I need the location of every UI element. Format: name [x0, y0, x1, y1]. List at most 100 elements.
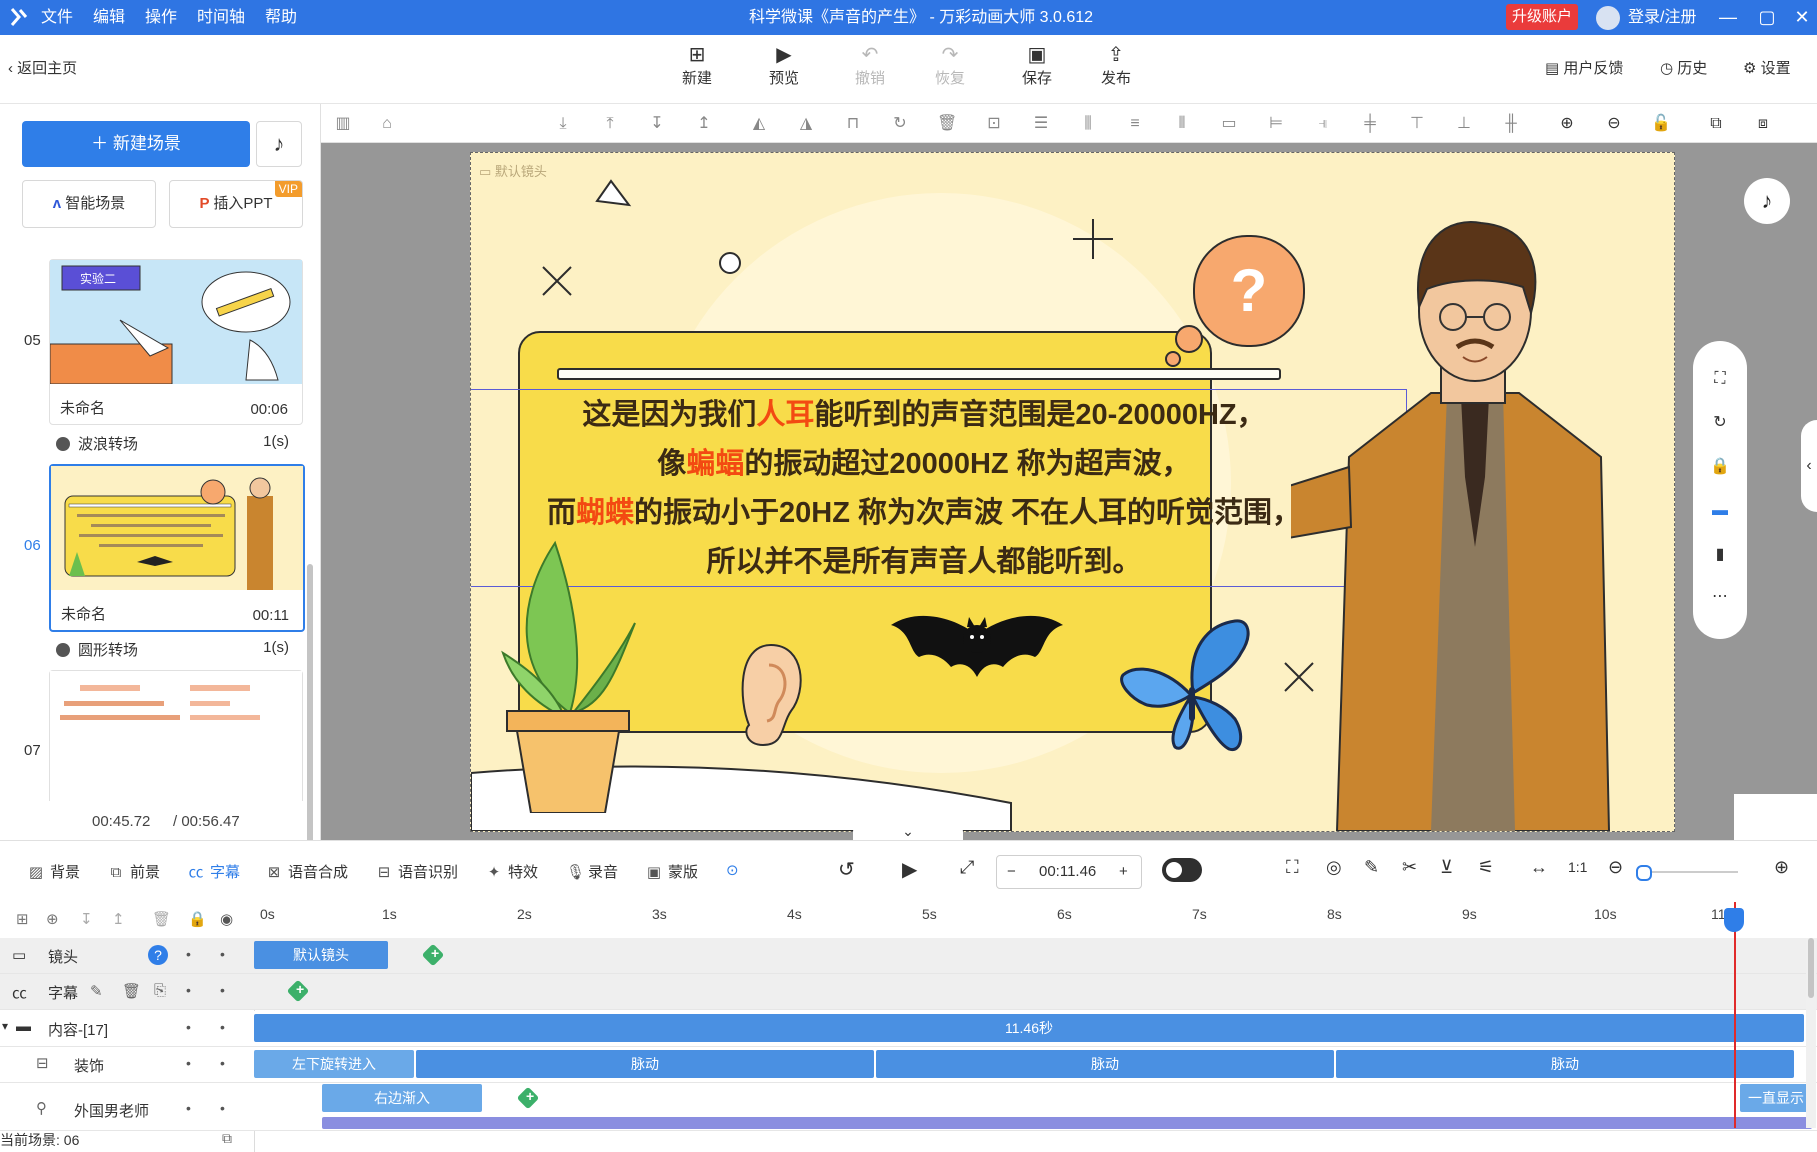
zoom-in-icon[interactable]: ⊕ [1774, 857, 1789, 878]
tab-subtitle[interactable]: ㏄字幕 [188, 861, 240, 882]
save-button[interactable]: ▣ 保存 [1007, 43, 1067, 88]
copy-icon[interactable]: ⧉ [222, 1130, 232, 1147]
maximize-icon[interactable]: ▢ [1750, 0, 1784, 35]
narration-bar[interactable] [322, 1117, 1812, 1129]
import-icon[interactable]: ⎘ [154, 982, 166, 999]
copy-icon[interactable]: ⧉ [1706, 114, 1726, 134]
scene-scrollbar[interactable] [307, 564, 313, 870]
move-up-icon[interactable]: ↥ [694, 114, 714, 134]
login-button[interactable]: 登录/注册 [1596, 6, 1696, 30]
replay-icon[interactable]: ↺ [838, 857, 855, 882]
publish-button[interactable]: ⇪ 发布 [1086, 43, 1146, 88]
align-center-icon[interactable]: ☰ [1031, 114, 1051, 134]
phone-icon[interactable]: ▮ [1710, 545, 1730, 565]
timeline-scrollbar[interactable] [1806, 938, 1816, 1128]
insert-ppt-button[interactable]: P 插入PPT VIP [169, 180, 303, 228]
menu-operate[interactable]: 操作 [145, 0, 177, 35]
increment-icon[interactable]: + [1119, 856, 1128, 888]
zoom-out-icon[interactable]: ⊖ [1608, 857, 1623, 878]
tab-background[interactable]: ▨ 背景 [28, 861, 80, 882]
align-top-icon[interactable]: ⊤ [1407, 114, 1427, 134]
move-up-icon[interactable]: ↥ [112, 910, 125, 928]
delete-icon[interactable]: 🗑 [122, 982, 141, 1000]
filter-icon[interactable]: ⊻ [1440, 857, 1453, 878]
lock-view-icon[interactable]: 🔒 [1710, 457, 1730, 477]
add-folder-icon[interactable]: ⊕ [46, 910, 59, 928]
split-icon[interactable]: ✂ [1402, 857, 1417, 878]
tab-speech-recognition[interactable]: ⊟ 语音识别 [376, 861, 458, 882]
delete-icon[interactable]: 🗑 [152, 910, 171, 928]
timeline-ruler[interactable]: 0s 1s 2s 3s 4s 5s 6s 7s 8s 9s 10s 11 [254, 902, 1817, 939]
enter-animation-bar[interactable]: 右边渐入 [322, 1084, 482, 1112]
move-down-icon[interactable]: ↧ [80, 910, 93, 928]
rotate-view-icon[interactable]: ↻ [1710, 413, 1730, 433]
fullscreen-icon[interactable]: ⤢ [960, 857, 974, 878]
adjust-icon[interactable]: ⚟ [1478, 857, 1494, 878]
tab-effects[interactable]: ✦ 特效 [486, 861, 538, 882]
feedback-button[interactable]: ▤ 用户反馈 [1545, 57, 1623, 78]
transition-item[interactable]: 圆形转场 [56, 639, 138, 660]
menu-file[interactable]: 文件 [41, 0, 73, 35]
move-down-icon[interactable]: ↧ [647, 114, 667, 134]
ratio-icon[interactable]: 1:1 [1568, 859, 1587, 875]
undo-button[interactable]: ↶ 撤销 [840, 43, 900, 88]
transform-icon[interactable]: ⛶ [1286, 857, 1299, 878]
caret-down-icon[interactable]: ▾ [2, 1019, 8, 1033]
always-show-bar[interactable]: 一直显示 [1740, 1084, 1812, 1112]
history-button[interactable]: ◷ 历史 [1660, 57, 1707, 78]
current-time-value[interactable]: 00:11.46 [1039, 856, 1096, 888]
scene-card[interactable]: 实验二 未命名 00:06 [49, 259, 303, 425]
back-home-button[interactable]: ‹ 返回主页 [8, 57, 77, 78]
tab-tts[interactable]: ⊠ 语音合成 [266, 861, 348, 882]
move-top-icon[interactable]: ⤒ [600, 114, 620, 134]
zoom-out-icon[interactable]: ⊖ [1604, 114, 1624, 134]
camera-bar[interactable]: 默认镜头 [254, 941, 388, 969]
stage-canvas[interactable]: ▭ 默认镜头 ? 这是因为我们人耳能听到的声音范围是20-20000HZ， 像蝙… [470, 152, 1675, 832]
more-tabs-icon[interactable]: ⊙ [726, 861, 739, 879]
align-vcenter-icon[interactable]: ╫ [1501, 114, 1521, 134]
align-hcenter-icon[interactable]: ╪ [1360, 114, 1380, 134]
redo-button[interactable]: ↷ 恢复 [920, 43, 980, 88]
zoom-slider[interactable] [1640, 871, 1738, 873]
tab-record[interactable]: 🎙 录音 [566, 861, 618, 882]
smart-scene-button[interactable]: ʌ 智能场景 [22, 180, 156, 228]
align-right-icon[interactable]: ⫣ [1313, 114, 1333, 134]
align-left-icon[interactable]: ⊨ [1266, 114, 1286, 134]
unlock-icon[interactable]: 🔓 [1651, 114, 1671, 134]
lock-icon[interactable]: ⊓ [843, 114, 863, 134]
menu-edit[interactable]: 编辑 [93, 0, 125, 35]
upgrade-account-button[interactable]: 升级账户 [1506, 4, 1578, 30]
background-music-button[interactable]: ♪ [1744, 178, 1790, 224]
focus-icon[interactable]: ⊡ [984, 114, 1004, 134]
more-icon[interactable]: ⋯ [1710, 587, 1730, 607]
transition-item[interactable]: 波浪转场 [56, 433, 138, 454]
collapse-timeline-button[interactable]: ⌄ [853, 822, 963, 840]
home-icon[interactable]: ⌂ [377, 114, 397, 134]
settings-button[interactable]: ⚙ 设置 [1743, 57, 1791, 78]
new-folder-icon[interactable]: ⊞ [16, 910, 29, 928]
minimap-thumb[interactable] [1734, 794, 1817, 840]
paste-icon[interactable]: ⧈ [1753, 114, 1773, 134]
zoom-in-icon[interactable]: ⊕ [1557, 114, 1577, 134]
zoom-slider-knob[interactable] [1636, 865, 1652, 881]
playhead[interactable] [1734, 902, 1736, 1128]
distribute-v-icon[interactable]: ≡ [1125, 114, 1145, 134]
new-button[interactable]: ⊞ 新建 [667, 43, 727, 88]
flip-horizontal-icon[interactable]: ◭ [749, 114, 769, 134]
toggle-switch[interactable] [1162, 858, 1202, 882]
content-duration-bar[interactable]: 11.46秒 [254, 1014, 1804, 1042]
rotate-icon[interactable]: ↻ [890, 114, 910, 134]
scene-card-selected[interactable]: 未命名 00:11 [49, 464, 305, 632]
tab-foreground[interactable]: ⧉ 前景 [108, 861, 160, 882]
camera-icon[interactable]: ◎ [1326, 857, 1342, 878]
edit-icon[interactable]: ✎ [1364, 857, 1379, 878]
scene-card[interactable] [49, 670, 303, 801]
playhead-handle[interactable] [1724, 908, 1744, 932]
ruler-icon[interactable]: ▥ [333, 114, 353, 134]
help-icon[interactable]: ? [148, 945, 168, 965]
screen-icon[interactable]: ▬ [1710, 501, 1730, 521]
pulse-animation-bar[interactable]: 脉动 [1336, 1050, 1794, 1078]
lock-icon[interactable]: 🔒 [188, 910, 207, 928]
align-middle-icon[interactable]: ⫼ [1078, 114, 1098, 134]
fit-screen-icon[interactable]: ⛶ [1710, 369, 1730, 389]
